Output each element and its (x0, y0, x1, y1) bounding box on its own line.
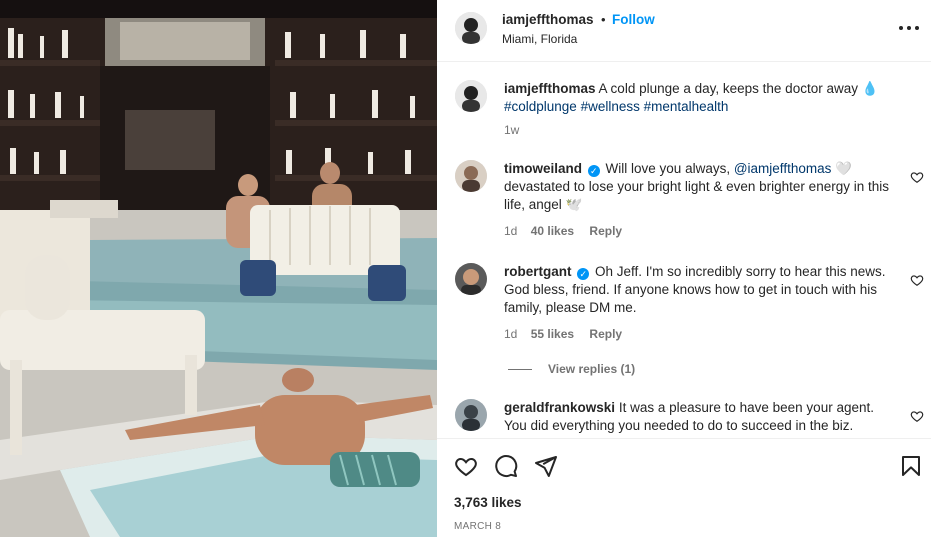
list-item: robertgant ✓ Oh Jeff. I'm so incredibly … (437, 263, 931, 383)
like-comment-heart-icon[interactable] (910, 409, 924, 423)
comment-text-block: timoweiland ✓ Will love you always, @iam… (504, 160, 889, 214)
user-avatar-icon (455, 160, 487, 192)
comment-text-block: robertgant ✓ Oh Jeff. I'm so incredibly … (504, 263, 889, 317)
post-header: iamjeffthomas • Follow Miami, Florida (437, 0, 931, 62)
caption-text: A cold plunge a day, keeps the doctor aw… (598, 81, 879, 96)
comment-meta: 1d 55 likes Reply (504, 327, 622, 341)
post-likes-count[interactable]: 3,763 likes (454, 495, 522, 510)
post-location[interactable]: Miami, Florida (502, 32, 577, 46)
verified-badge-icon: ✓ (577, 268, 590, 280)
divider (508, 369, 532, 371)
separator-dot: • (601, 12, 606, 27)
user-avatar-icon (455, 80, 487, 112)
follow-button[interactable]: Follow (612, 12, 655, 27)
comment-username[interactable]: robertgant (504, 264, 572, 279)
list-item: geraldfrankowski It was a pleasure to ha… (437, 399, 931, 437)
caption-hashtags[interactable]: #coldplunge #wellness #mentalhealth (504, 99, 728, 114)
like-comment-heart-icon[interactable] (910, 170, 924, 184)
bookmark-icon[interactable] (899, 454, 923, 478)
verified-badge-icon: ✓ (587, 165, 600, 177)
comment-username[interactable]: geraldfrankowski (504, 400, 615, 415)
user-avatar-icon (455, 263, 487, 295)
like-comment-heart-icon[interactable] (910, 273, 924, 287)
comment-likes[interactable]: 55 likes (531, 327, 574, 341)
view-replies-button[interactable]: View replies (1) (508, 362, 635, 376)
comment-text: Will love you always, (605, 161, 734, 176)
post-author-username[interactable]: iamjeffthomas (502, 12, 594, 27)
more-horizontal-icon[interactable] (895, 17, 923, 37)
avatar[interactable] (455, 12, 487, 44)
caption-text-block: iamjeffthomas A cold plunge a day, keeps… (504, 80, 889, 116)
avatar[interactable] (455, 263, 487, 295)
post-actions-footer: 3,763 likes MARCH 8 (437, 438, 931, 537)
post-caption: iamjeffthomas A cold plunge a day, keeps… (437, 80, 931, 142)
comments-list[interactable]: iamjeffthomas A cold plunge a day, keeps… (437, 63, 931, 437)
caption-time: 1w (504, 123, 520, 137)
comment-meta: 1d 40 likes Reply (504, 224, 622, 238)
avatar[interactable] (455, 80, 487, 112)
user-avatar-icon (455, 12, 487, 44)
reply-button[interactable]: Reply (589, 327, 622, 341)
post-date[interactable]: MARCH 8 (454, 521, 501, 532)
caption-username[interactable]: iamjeffthomas (504, 81, 596, 96)
reply-button[interactable]: Reply (589, 224, 622, 238)
user-avatar-icon (455, 399, 487, 431)
comment-text-block: geraldfrankowski It was a pleasure to ha… (504, 399, 889, 435)
comment-time: 1d (504, 327, 518, 341)
comment-mention[interactable]: @iamjeffthomas (734, 161, 832, 176)
comment-icon[interactable] (494, 454, 518, 478)
share-icon[interactable] (534, 454, 558, 478)
list-item: timoweiland ✓ Will love you always, @iam… (437, 160, 931, 245)
post-side-panel: iamjeffthomas • Follow Miami, Florida ia… (437, 0, 931, 537)
comment-username[interactable]: timoweiland (504, 161, 582, 176)
post-photo[interactable] (0, 0, 437, 537)
avatar[interactable] (455, 160, 487, 192)
heart-icon[interactable] (454, 454, 478, 478)
view-replies-label: View replies (1) (548, 362, 636, 376)
comment-likes[interactable]: 40 likes (531, 224, 574, 238)
comment-time: 1d (504, 224, 518, 238)
avatar[interactable] (455, 399, 487, 431)
post-image (0, 0, 437, 537)
